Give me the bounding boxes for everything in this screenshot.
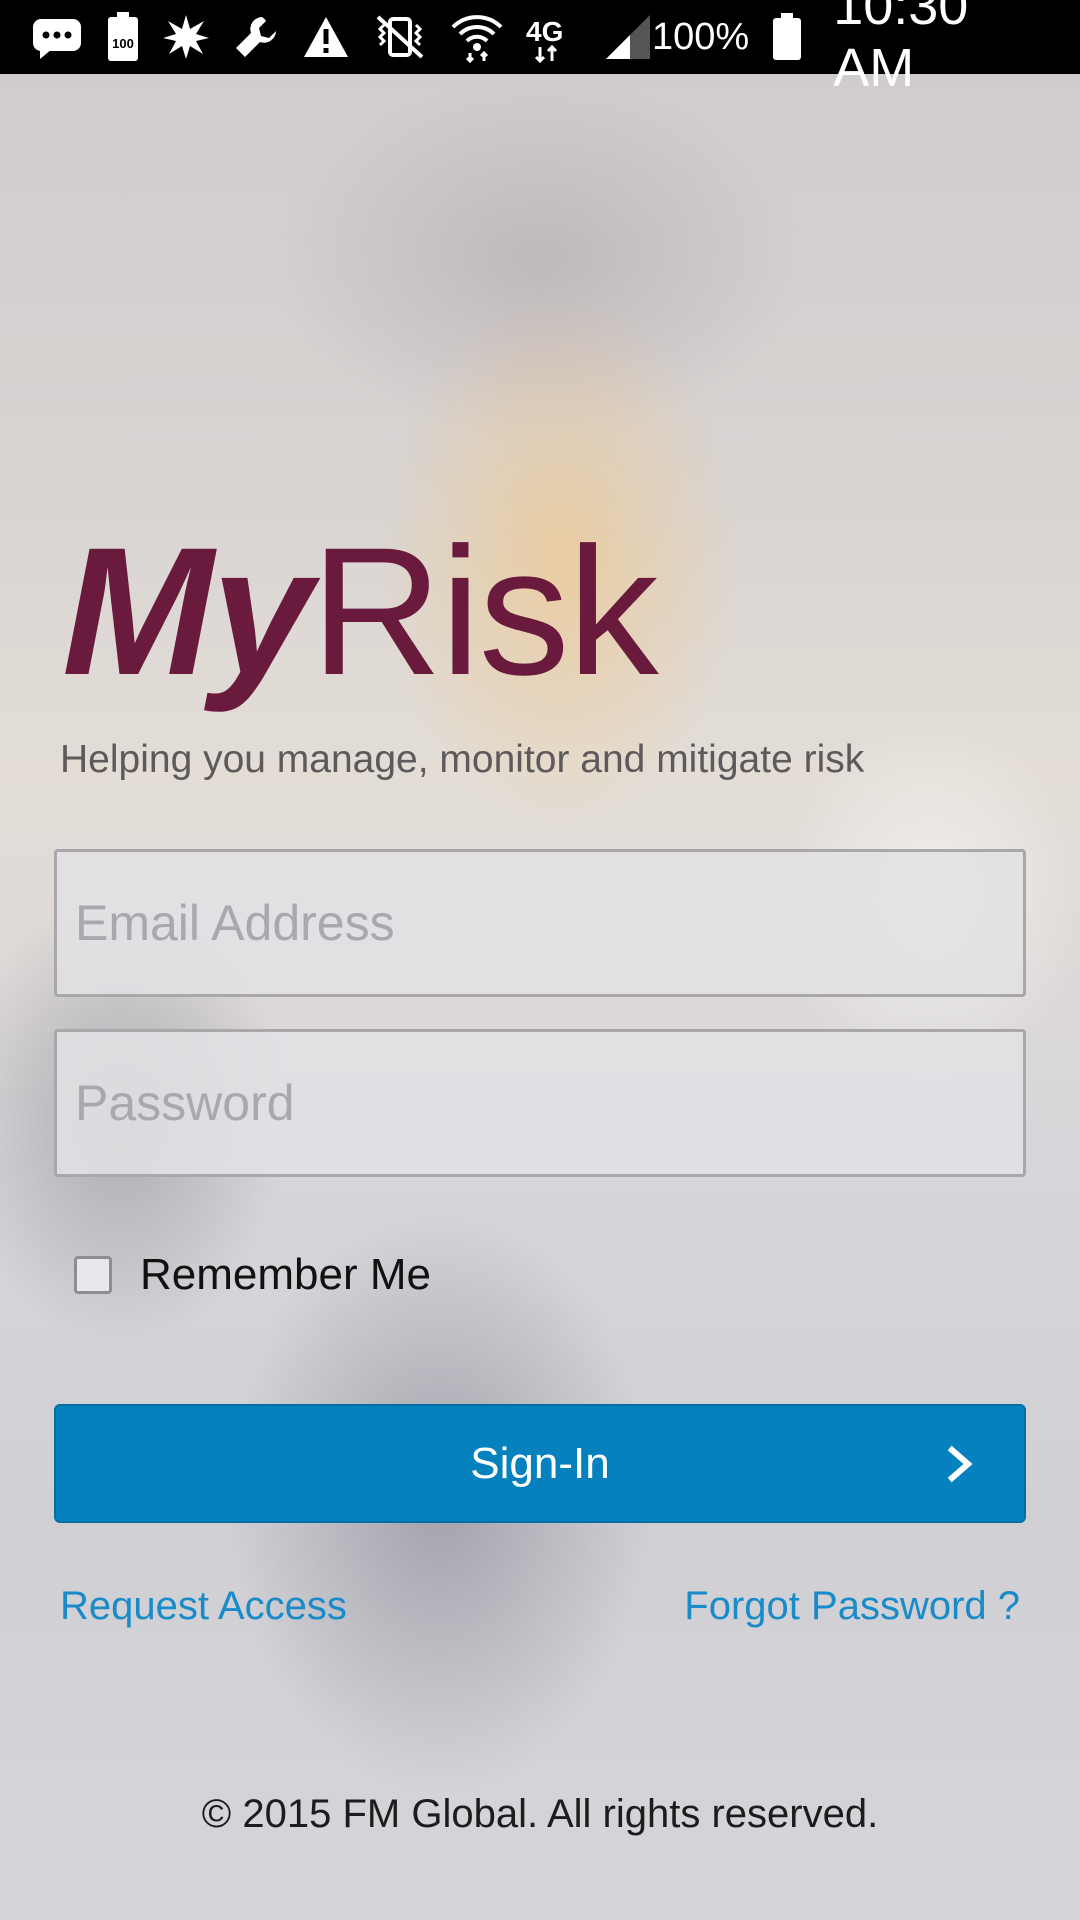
request-access-link[interactable]: Request Access: [60, 1584, 347, 1629]
sync-icon: [162, 13, 210, 61]
messages-icon: [30, 15, 84, 59]
remember-me-label[interactable]: Remember Me: [140, 1250, 431, 1300]
forgot-password-link[interactable]: Forgot Password ?: [684, 1584, 1020, 1629]
tagline: Helping you manage, monitor and mitigate…: [60, 738, 865, 781]
remember-me-checkbox[interactable]: [74, 1256, 112, 1294]
app-logo: MyRisk: [62, 520, 659, 702]
wifi-icon: [450, 11, 504, 63]
clock: 10:30 AM: [833, 0, 969, 98]
email-field[interactable]: [54, 849, 1026, 997]
password-field[interactable]: [54, 1029, 1026, 1177]
battery-icon: [771, 12, 803, 62]
copyright-text: © 2015 FM Global. All rights reserved.: [201, 1792, 879, 1836]
wrench-icon: [232, 13, 280, 61]
battery-percent: 100%: [652, 15, 750, 58]
network-label: 4G: [526, 16, 563, 47]
status-bar: 100 4G 100% 10:30 AM: [0, 0, 1080, 98]
signal-icon: [604, 13, 652, 61]
network-4g-lte-icon: 4G: [526, 11, 582, 63]
logo-risk: Risk: [310, 509, 659, 713]
warning-icon: [302, 15, 350, 59]
sign-in-button[interactable]: Sign-In: [54, 1404, 1026, 1523]
status-bar-right: 100% 10:30 AM: [652, 0, 1054, 99]
status-bar-left: 100 4G: [30, 11, 652, 63]
chevron-right-icon: [947, 1445, 973, 1482]
remember-me[interactable]: Remember Me: [74, 1250, 431, 1300]
sign-in-label: Sign-In: [470, 1438, 610, 1488]
login-screen: 100 4G 100% 10:30 AM MyRisk Helping you …: [0, 0, 1080, 1920]
battery-saver-icon: 100: [106, 11, 140, 63]
logo-my: My: [62, 509, 313, 713]
vibrate-mute-icon: [372, 13, 428, 61]
battery-saver-badge: 100: [112, 36, 134, 51]
